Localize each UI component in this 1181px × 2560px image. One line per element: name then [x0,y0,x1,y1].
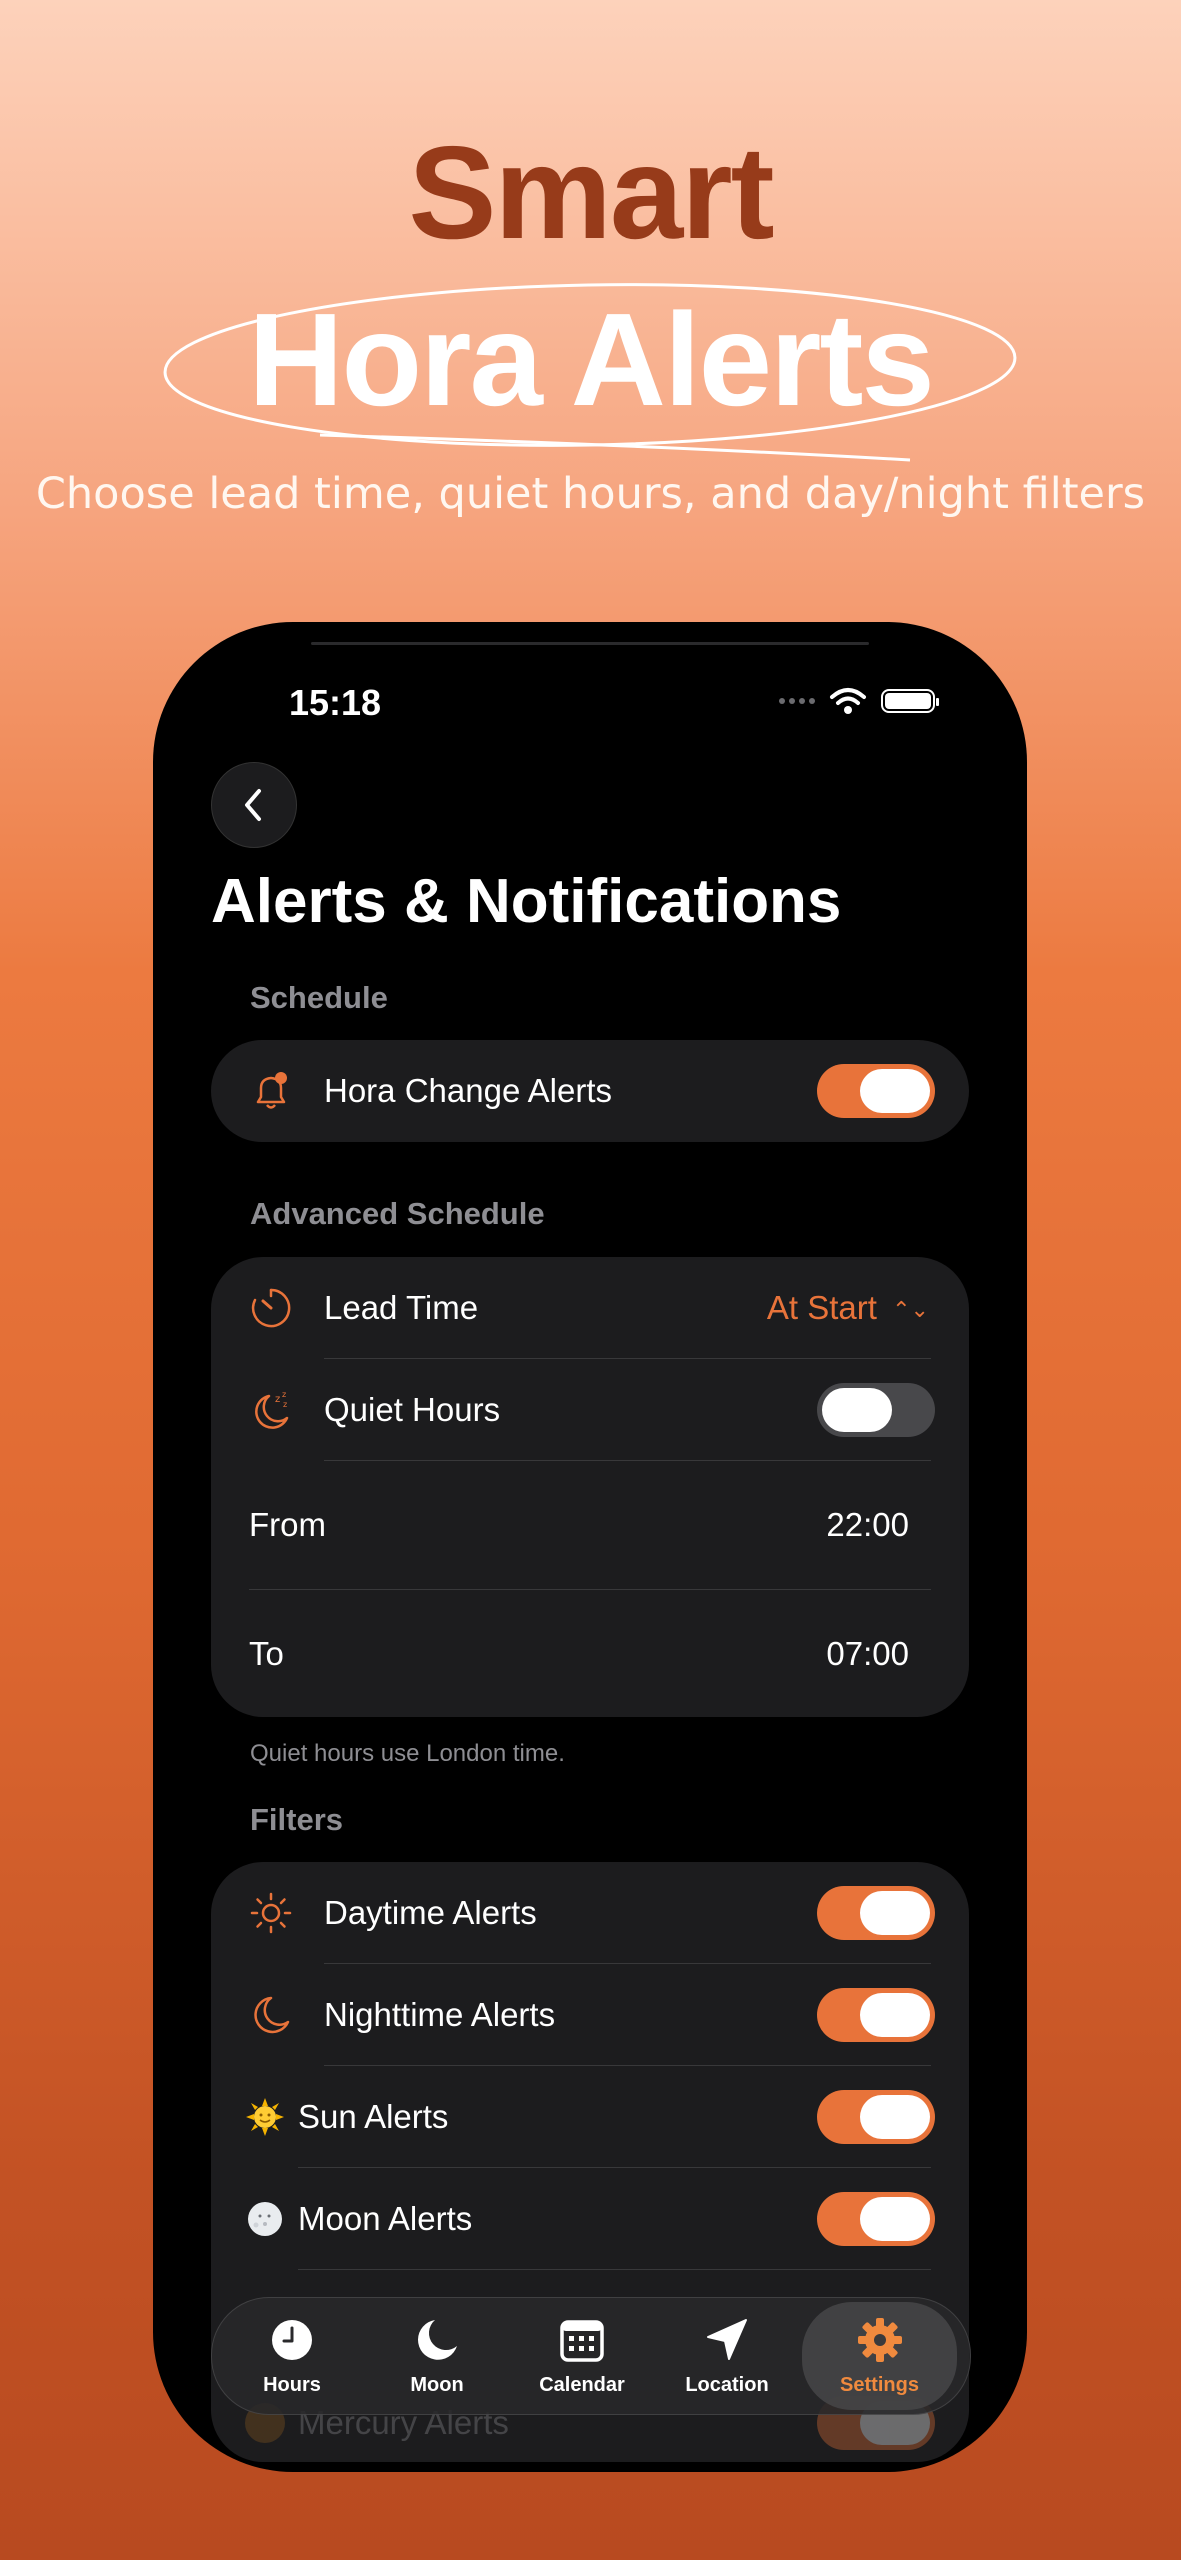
tab-settings-label: Settings [840,2374,919,2396]
promo-title-line1: Smart [408,119,774,266]
moon-alerts-label: Moon Alerts [298,2200,473,2237]
to-value[interactable]: 07:00 [826,1635,909,1673]
nighttime-alerts-label: Nighttime Alerts [324,1996,556,2033]
tab-location-label: Location [685,2374,769,2396]
status-icons [779,686,939,716]
moon-alerts-toggle[interactable] [817,2192,935,2246]
screen-top-edge [311,642,869,645]
clock-icon [272,2320,312,2360]
section-schedule-label: Schedule [250,980,388,1015]
sun-alerts-row: Sun Alerts [211,2066,969,2168]
from-row[interactable]: From 22:00 [211,1461,969,1589]
moon-emoji-icon [248,2202,282,2236]
svg-text:z: z [283,1400,287,1409]
status-time: 15:18 [289,682,382,723]
location-arrow-icon [707,2319,747,2360]
sun-alerts-toggle[interactable] [817,2090,935,2144]
divider [298,2269,931,2270]
tab-settings[interactable]: Settings [802,2302,957,2410]
lead-time-value[interactable]: At Start ⌃⌄ [767,1289,929,1327]
back-button[interactable] [211,762,297,848]
phone-frame: 15:18 Alerts & Notifications Schedule Ho… [153,622,1027,2472]
from-value[interactable]: 22:00 [826,1506,909,1544]
to-label: To [249,1634,284,1672]
section-filters-label: Filters [250,1802,344,1837]
app-screen: 15:18 Alerts & Notifications Schedule Ho… [153,622,1027,2472]
daytime-alerts-row: Daytime Alerts [211,1862,969,1964]
lead-time-row[interactable]: Lead Time At Start ⌃⌄ [211,1257,969,1359]
quiet-hours-label: Quiet Hours [324,1391,501,1428]
svg-text:z: z [282,1390,286,1399]
svg-text:z: z [275,1394,280,1405]
promo-subtitle: Choose lead time, quiet hours, and day/n… [35,469,1146,519]
moon-outline-icon [254,1996,290,2034]
quiet-hours-row: z z z Quiet Hours [211,1359,969,1461]
tab-hours-label: Hours [263,2374,321,2396]
wifi-icon [830,688,866,714]
hora-change-label: Hora Change Alerts [324,1072,612,1109]
quiet-hours-toggle[interactable] [817,1383,935,1437]
tab-calendar-label: Calendar [539,2374,625,2396]
tab-hours[interactable]: Hours [222,2298,362,2414]
timer-icon [251,1288,291,1328]
sun-outline-icon [250,1892,292,1934]
schedule-card: Hora Change Alerts [211,1040,969,1142]
chevron-updown-icon: ⌃⌄ [892,1297,929,1323]
calendar-icon [560,2320,604,2362]
sun-alerts-label: Sun Alerts [298,2098,449,2135]
lead-time-label: Lead Time [324,1289,479,1326]
sun-emoji-icon [246,2098,284,2136]
moon-icon [417,2320,457,2360]
gear-icon [857,2318,902,2362]
lead-time-selected: At Start [766,1289,877,1326]
tab-location[interactable]: Location [657,2298,797,2414]
tab-moon-label: Moon [410,2374,464,2396]
promo-title-line2: Hora Alerts [248,286,935,433]
nighttime-alerts-toggle[interactable] [817,1988,935,2042]
advanced-card: Lead Time At Start ⌃⌄ z z z Quiet Hours [211,1257,969,1717]
chevron-left-icon [245,789,261,821]
cellular-dots-icon [779,698,815,704]
tab-moon[interactable]: Moon [367,2298,507,2414]
moon-zzz-icon: z z z [255,1390,289,1429]
moon-alerts-row: Moon Alerts [211,2168,969,2270]
daytime-alerts-toggle[interactable] [817,1886,935,1940]
hora-change-toggle[interactable] [817,1064,935,1118]
bell-badge-icon [256,1072,287,1109]
nighttime-alerts-row: Nighttime Alerts [211,1964,969,2066]
section-advanced-label: Advanced Schedule [250,1196,545,1231]
hora-change-row: Hora Change Alerts [211,1040,969,1142]
tab-calendar[interactable]: Calendar [512,2298,652,2414]
to-row[interactable]: To 07:00 [211,1590,969,1717]
battery-icon [881,689,939,713]
from-label: From [249,1506,326,1543]
page-title: Alerts & Notifications [211,867,842,936]
quiet-hours-footnote: Quiet hours use London time. [250,1740,565,1767]
tab-bar: Hours Moon Calendar Location Settings [211,2297,971,2415]
daytime-alerts-label: Daytime Alerts [324,1894,537,1931]
